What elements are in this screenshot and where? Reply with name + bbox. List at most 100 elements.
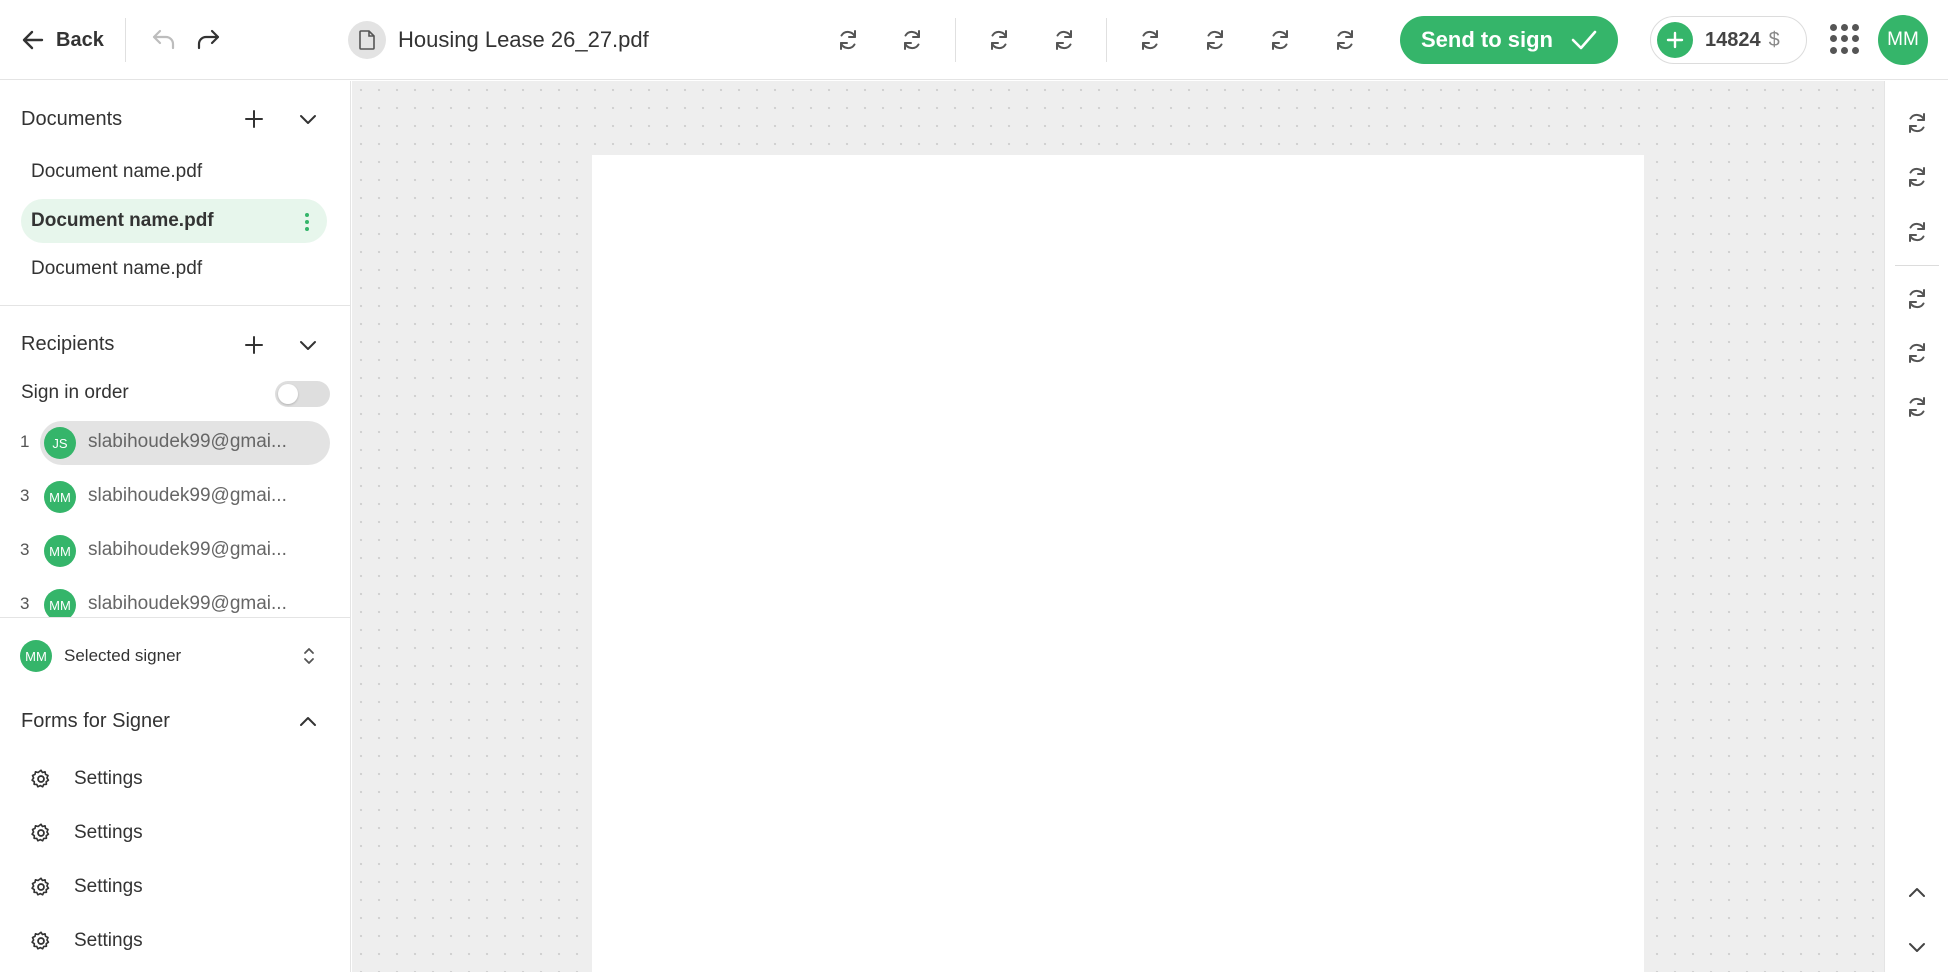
document-item[interactable]: Document name.pdf bbox=[21, 150, 327, 194]
form-item-settings[interactable]: Settings bbox=[30, 813, 143, 853]
back-button[interactable]: Back bbox=[20, 22, 104, 58]
sign-in-order-label: Sign in order bbox=[21, 382, 129, 403]
recipient-row[interactable]: 3 MM slabihoudek99@gmai... bbox=[0, 583, 351, 617]
sign-in-order-toggle[interactable] bbox=[275, 381, 330, 407]
selected-signer-dropdown[interactable]: MM Selected signer bbox=[20, 639, 330, 673]
add-document-button[interactable] bbox=[240, 105, 268, 133]
recipient-row[interactable]: 3 MM slabihoudek99@gmai... bbox=[0, 529, 351, 573]
rail-button-6[interactable] bbox=[1901, 391, 1933, 423]
collapse-documents-button[interactable] bbox=[294, 105, 322, 133]
apps-grid-icon[interactable] bbox=[1830, 24, 1859, 54]
recipient-pill: MM slabihoudek99@gmai... bbox=[40, 529, 330, 573]
recipient-pill: MM slabihoudek99@gmai... bbox=[40, 475, 330, 519]
refresh-icon bbox=[1909, 343, 1925, 363]
recipient-list: 1 JS slabihoudek99@gmai... 3 MM slabihou… bbox=[0, 421, 351, 617]
scroll-up-button[interactable] bbox=[1901, 877, 1933, 909]
forms-heading: Forms for Signer bbox=[21, 710, 170, 732]
add-recipient-button[interactable] bbox=[240, 331, 268, 359]
document-canvas[interactable] bbox=[352, 81, 1884, 972]
checkmark-icon bbox=[1571, 30, 1597, 50]
toggle-knob bbox=[278, 384, 298, 404]
form-item-settings[interactable]: Settings bbox=[30, 759, 143, 799]
refresh-icon bbox=[1142, 30, 1158, 50]
chevron-up-down-icon bbox=[304, 648, 314, 664]
recipient-email: slabihoudek99@gmai... bbox=[88, 485, 287, 506]
recipient-row[interactable]: 1 JS slabihoudek99@gmai... bbox=[0, 421, 351, 465]
arrow-left-icon bbox=[22, 30, 44, 50]
send-to-sign-label: Send to sign bbox=[1421, 27, 1553, 52]
refresh-icon bbox=[904, 30, 920, 50]
toolbar-button-2[interactable] bbox=[896, 24, 928, 56]
gear-icon bbox=[31, 931, 50, 950]
rail-button-3[interactable] bbox=[1901, 216, 1933, 248]
chevron-down-icon bbox=[1909, 943, 1925, 952]
documents-heading: Documents bbox=[21, 108, 123, 130]
rail-button-4[interactable] bbox=[1901, 283, 1933, 315]
form-item-settings[interactable]: Settings bbox=[30, 867, 143, 907]
redo-button[interactable] bbox=[192, 24, 224, 56]
scroll-down-button[interactable] bbox=[1901, 931, 1933, 963]
toolbar-button-7[interactable] bbox=[1264, 24, 1296, 56]
form-item-settings[interactable]: Settings bbox=[30, 921, 143, 961]
send-to-sign-button[interactable]: Send to sign bbox=[1400, 16, 1618, 64]
selected-signer-label: Selected signer bbox=[64, 646, 182, 665]
refresh-icon bbox=[991, 30, 1007, 50]
form-item-label: Settings bbox=[74, 930, 143, 951]
form-item-label: Settings bbox=[74, 876, 143, 897]
plus-icon bbox=[245, 336, 263, 354]
refresh-icon bbox=[1272, 30, 1288, 50]
recipient-order: 3 bbox=[20, 594, 30, 613]
credit-currency: $ bbox=[1768, 28, 1780, 51]
divider bbox=[955, 18, 956, 62]
divider bbox=[0, 305, 351, 306]
refresh-icon bbox=[1909, 397, 1925, 417]
back-label: Back bbox=[56, 28, 104, 51]
rail-button-5[interactable] bbox=[1901, 337, 1933, 369]
toolbar-button-3[interactable] bbox=[983, 24, 1015, 56]
add-credit-button[interactable] bbox=[1657, 22, 1693, 58]
recipient-pill: MM slabihoudek99@gmai... bbox=[40, 583, 330, 617]
refresh-icon bbox=[1909, 113, 1925, 133]
refresh-icon bbox=[1056, 30, 1072, 50]
undo-button[interactable] bbox=[148, 24, 180, 56]
recipient-order: 1 bbox=[20, 432, 30, 451]
toolbar-button-6[interactable] bbox=[1199, 24, 1231, 56]
redo-icon bbox=[197, 29, 220, 50]
user-avatar[interactable]: MM bbox=[1878, 15, 1928, 65]
top-bar: Back Housing Lease 26_27.pdf Send to sig… bbox=[0, 0, 1948, 80]
collapse-forms-button[interactable] bbox=[294, 708, 322, 736]
rail-button-1[interactable] bbox=[1901, 107, 1933, 139]
signer-avatar: MM bbox=[20, 640, 52, 672]
document-page[interactable] bbox=[592, 155, 1644, 972]
chevron-up-icon bbox=[300, 717, 316, 726]
undo-icon bbox=[152, 29, 175, 50]
credit-balance: 14824 $ bbox=[1650, 16, 1807, 64]
more-options-icon[interactable] bbox=[305, 213, 309, 231]
document-item-active[interactable]: Document name.pdf bbox=[21, 199, 327, 243]
recipient-order: 3 bbox=[20, 486, 30, 505]
collapse-recipients-button[interactable] bbox=[294, 331, 322, 359]
recipient-avatar: MM bbox=[44, 481, 76, 513]
document-title: Housing Lease 26_27.pdf bbox=[398, 27, 649, 52]
divider bbox=[1106, 18, 1107, 62]
recipient-avatar: JS bbox=[44, 427, 76, 459]
toolbar-button-1[interactable] bbox=[832, 24, 864, 56]
recipient-avatar: MM bbox=[44, 535, 76, 567]
toolbar-button-5[interactable] bbox=[1134, 24, 1166, 56]
rail-button-2[interactable] bbox=[1901, 161, 1933, 193]
left-sidebar: Documents Document name.pdf Document nam… bbox=[0, 81, 351, 972]
toolbar-button-8[interactable] bbox=[1329, 24, 1361, 56]
refresh-icon bbox=[840, 30, 856, 50]
gear-icon bbox=[31, 769, 50, 788]
document-item[interactable]: Document name.pdf bbox=[21, 247, 327, 291]
recipient-email: slabihoudek99@gmai... bbox=[88, 593, 287, 614]
divider bbox=[1895, 265, 1939, 266]
recipients-heading: Recipients bbox=[21, 333, 115, 355]
divider bbox=[0, 617, 351, 618]
refresh-icon bbox=[1909, 289, 1925, 309]
chevron-down-icon bbox=[300, 115, 316, 124]
toolbar-button-4[interactable] bbox=[1048, 24, 1080, 56]
recipient-email: slabihoudek99@gmai... bbox=[88, 539, 287, 560]
refresh-icon bbox=[1909, 167, 1925, 187]
recipient-row[interactable]: 3 MM slabihoudek99@gmai... bbox=[0, 475, 351, 519]
